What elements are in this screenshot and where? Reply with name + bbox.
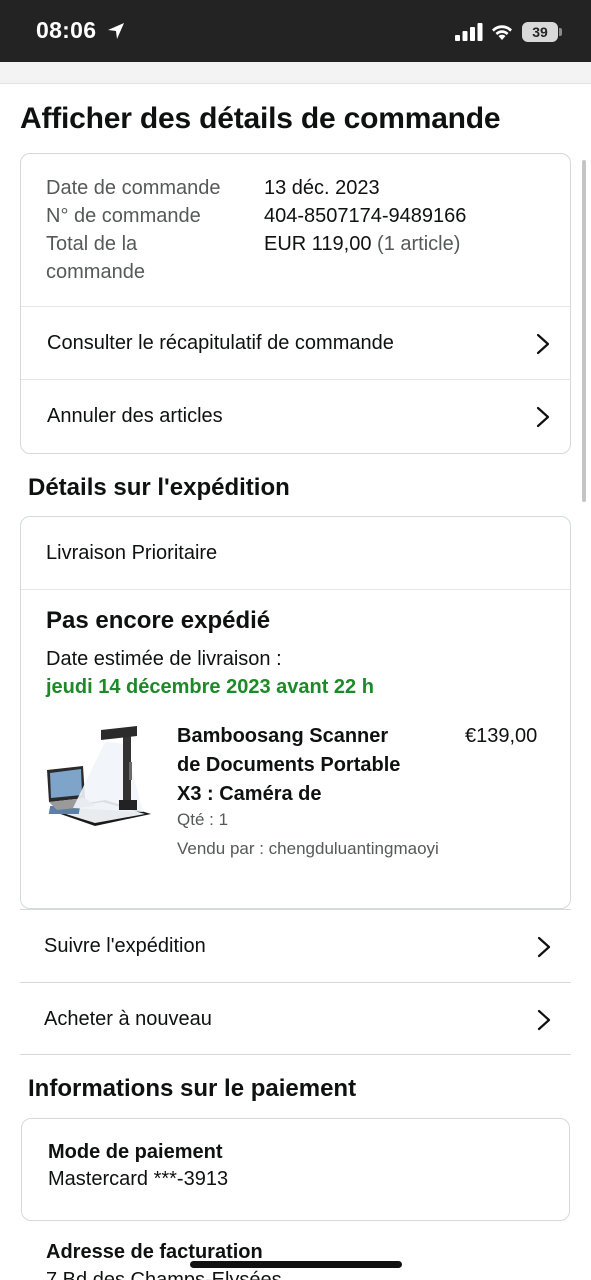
divider — [20, 1054, 571, 1055]
scrollbar[interactable] — [582, 160, 586, 502]
shipping-type: Livraison Prioritaire — [21, 517, 570, 590]
estimated-delivery-date: jeudi 14 décembre 2023 avant 22 h — [46, 676, 374, 698]
product-title-link[interactable]: Bamboosang Scanner de Documents Portable… — [177, 722, 437, 809]
cellular-signal-icon — [455, 23, 483, 41]
order-number-label: N° de commande — [46, 205, 201, 227]
view-order-summary-link[interactable]: Consulter le récapitulatif de commande — [21, 306, 570, 379]
status-time: 08:06 — [36, 17, 97, 43]
estimated-delivery-label: Date estimée de livraison : — [46, 648, 282, 670]
order-date-value: 13 déc. 2023 — [264, 177, 380, 199]
order-number-value: 404-8507174-9489166 — [264, 205, 467, 227]
product-quantity: Qté : 1 — [177, 810, 229, 829]
battery-icon: 39 — [522, 22, 562, 42]
payment-method-card: Mode de paiement Mastercard ***-3913 — [21, 1118, 570, 1221]
chevron-right-icon — [537, 936, 551, 958]
payment-section-title: Informations sur le paiement — [28, 1075, 357, 1102]
order-total-value: EUR 119,00 (1 article) — [264, 233, 461, 255]
chevron-right-icon — [536, 406, 550, 428]
shipment-status: Pas encore expédié — [46, 607, 271, 634]
shipping-section-title: Détails sur l'expédition — [28, 474, 290, 501]
track-shipment-link[interactable]: Suivre l'expédition — [20, 909, 571, 982]
cancel-items-link[interactable]: Annuler des articles — [21, 379, 570, 452]
product-price: €139,00 — [465, 725, 538, 747]
order-summary-card: Date de commande 13 déc. 2023 N° de comm… — [20, 153, 571, 454]
billing-address-value: 7 Bd des Champs-Elysées — [46, 1269, 282, 1280]
chevron-right-icon — [536, 333, 550, 355]
order-item-count: (1 article) — [377, 233, 461, 255]
wifi-icon — [492, 25, 512, 40]
header-strip — [0, 62, 591, 84]
shipment-card: Livraison Prioritaire Pas encore expédié… — [20, 516, 571, 909]
order-info: Date de commande 13 déc. 2023 N° de comm… — [21, 154, 570, 306]
product-seller: Vendu par : chengduluantingmaoyi — [177, 839, 439, 858]
battery-level: 39 — [522, 22, 558, 42]
payment-method-label: Mode de paiement — [48, 1141, 223, 1163]
payment-method-value: Mastercard ***-3913 — [48, 1168, 229, 1190]
product-image[interactable] — [45, 722, 155, 832]
order-total-label: Total de la commande — [46, 233, 145, 283]
location-arrow-icon — [108, 23, 124, 39]
home-indicator[interactable] — [190, 1261, 402, 1268]
buy-again-link[interactable]: Acheter à nouveau — [20, 982, 571, 1055]
chevron-right-icon — [537, 1009, 551, 1031]
order-date-label: Date de commande — [46, 177, 221, 199]
status-bar: 08:06 39 — [0, 0, 591, 62]
page-title: Afficher des détails de commande — [20, 102, 501, 135]
